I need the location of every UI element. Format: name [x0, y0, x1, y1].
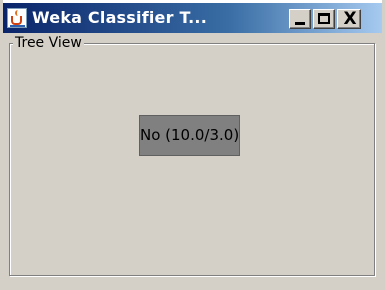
- tree-view-legend: Tree View: [13, 35, 84, 51]
- title-bar[interactable]: Weka Classifier T... X: [3, 3, 382, 33]
- java-cup-body: [11, 16, 22, 25]
- client-area: Tree View No (10.0/3.0): [3, 33, 382, 287]
- window-title: Weka Classifier T...: [32, 8, 207, 27]
- close-button[interactable]: X: [337, 9, 361, 29]
- tree-root-node[interactable]: No (10.0/3.0): [139, 115, 240, 156]
- minimize-icon: [295, 22, 305, 25]
- maximize-button[interactable]: [313, 9, 335, 29]
- java-cup-icon[interactable]: [7, 8, 27, 28]
- classifier-tree-window: Weka Classifier T... X Tree View No (10.…: [0, 0, 385, 290]
- tree-view-panel: [9, 43, 375, 276]
- java-cup-saucer: [10, 25, 25, 27]
- minimize-button[interactable]: [289, 9, 311, 29]
- maximize-icon: [318, 13, 330, 24]
- close-icon: X: [343, 9, 357, 29]
